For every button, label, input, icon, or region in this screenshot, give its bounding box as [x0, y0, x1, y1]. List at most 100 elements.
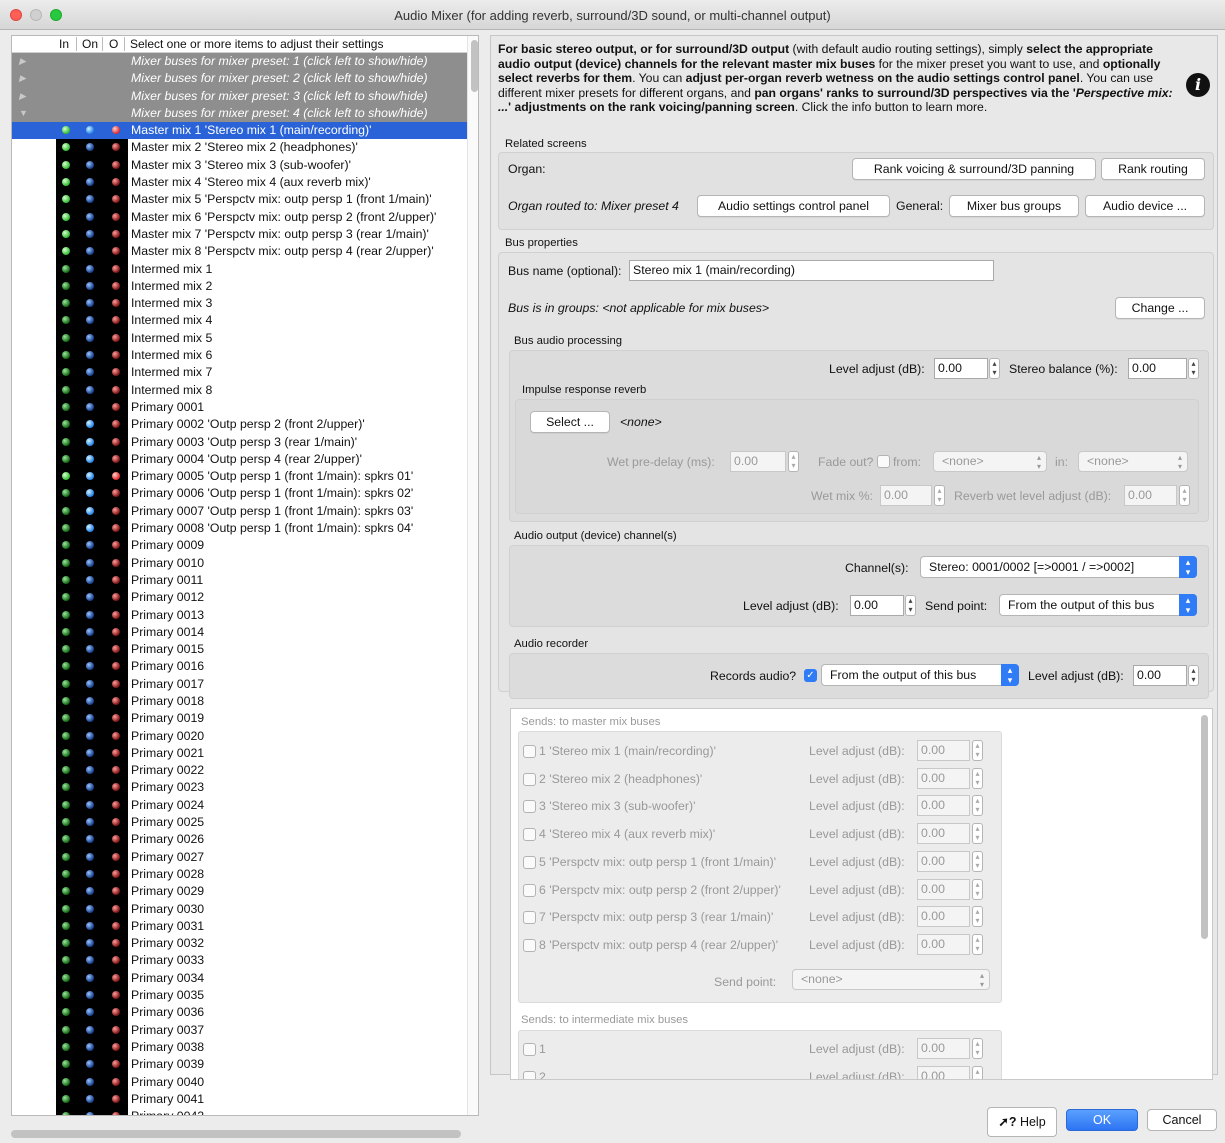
mixer-preset-row[interactable]: ▶ Mixer buses for mixer preset: 3 (click …: [12, 87, 467, 105]
output-indicator-icon[interactable]: [112, 472, 120, 481]
recorder-source-select[interactable]: From the output of this bus ▴ ▾: [821, 664, 1019, 686]
bus-row[interactable]: Primary 0013: [12, 606, 467, 624]
bus-row[interactable]: Primary 0014: [12, 623, 467, 642]
output-indicator-icon[interactable]: [112, 402, 120, 411]
bus-row[interactable]: Intermed mix 3: [12, 295, 467, 313]
fade-out-checkbox[interactable]: [877, 455, 890, 468]
bus-indicators[interactable]: [56, 502, 128, 521]
bus-indicators[interactable]: [56, 796, 128, 815]
send-level-input[interactable]: 0.00: [917, 823, 970, 845]
bus-row[interactable]: Intermed mix 1: [12, 260, 467, 278]
bus-row[interactable]: Primary 0012: [12, 589, 467, 607]
output-indicator-icon[interactable]: [112, 627, 120, 636]
bus-indicators[interactable]: [56, 364, 128, 382]
output-level-input[interactable]: 0.00: [850, 595, 904, 616]
rank-voicing-button[interactable]: Rank voicing & surround/3D panning: [852, 158, 1096, 180]
output-indicator-icon[interactable]: [112, 437, 120, 446]
send-level-stepper[interactable]: ▴ ▾: [972, 767, 983, 789]
in-indicator-icon[interactable]: [62, 299, 70, 308]
bus-indicators[interactable]: [56, 433, 128, 451]
on-indicator-icon[interactable]: [86, 402, 94, 411]
output-indicator-icon[interactable]: [112, 1112, 120, 1115]
output-indicator-icon[interactable]: [112, 662, 120, 671]
bus-indicators[interactable]: [56, 312, 128, 330]
in-indicator-icon[interactable]: [62, 645, 70, 654]
in-indicator-icon[interactable]: [62, 887, 70, 896]
on-indicator-icon[interactable]: [86, 921, 94, 930]
output-indicator-icon[interactable]: [112, 558, 120, 567]
output-indicator-icon[interactable]: [112, 921, 120, 930]
bus-row[interactable]: Intermed mix 2: [12, 277, 467, 296]
reverb-wet-level-input[interactable]: 0.00: [1124, 485, 1177, 506]
in-indicator-icon[interactable]: [62, 351, 70, 360]
output-indicator-icon[interactable]: [112, 852, 120, 861]
on-indicator-icon[interactable]: [86, 904, 94, 913]
output-indicator-icon[interactable]: [112, 1042, 120, 1051]
bus-name-input[interactable]: Stereo mix 1 (main/recording): [629, 260, 994, 281]
bus-indicators[interactable]: [56, 935, 128, 953]
on-indicator-icon[interactable]: [86, 281, 94, 290]
bus-indicators[interactable]: [56, 191, 128, 209]
on-indicator-icon[interactable]: [86, 1112, 94, 1115]
output-indicator-icon[interactable]: [112, 385, 120, 394]
bus-indicators[interactable]: [56, 139, 128, 157]
on-indicator-icon[interactable]: [86, 506, 94, 515]
on-indicator-icon[interactable]: [86, 627, 94, 636]
send-level-input[interactable]: 0.00: [917, 795, 970, 817]
bus-indicators[interactable]: [56, 710, 128, 728]
on-indicator-icon[interactable]: [86, 541, 94, 550]
on-indicator-icon[interactable]: [86, 472, 94, 481]
in-indicator-icon[interactable]: [62, 783, 70, 792]
bus-indicators[interactable]: [56, 987, 128, 1005]
on-indicator-icon[interactable]: [86, 333, 94, 342]
in-indicator-icon[interactable]: [62, 956, 70, 965]
in-indicator-icon[interactable]: [62, 1008, 70, 1017]
intermed-level-input[interactable]: 0.00: [917, 1065, 970, 1079]
bus-row[interactable]: Primary 0037: [12, 1021, 467, 1039]
on-indicator-icon[interactable]: [86, 1077, 94, 1086]
collapsed-triangle-icon[interactable]: ▶: [19, 53, 26, 70]
send-level-stepper[interactable]: ▴ ▾: [972, 878, 983, 900]
output-indicator-icon[interactable]: [112, 247, 120, 256]
bus-indicators[interactable]: [56, 416, 128, 434]
bus-row[interactable]: Primary 0020: [12, 727, 467, 745]
bus-row[interactable]: Primary 0029: [12, 883, 467, 901]
on-indicator-icon[interactable]: [86, 835, 94, 844]
send-checkbox[interactable]: [523, 855, 536, 869]
wet-mix-stepper[interactable]: ▴ ▾: [934, 485, 945, 506]
bus-indicators[interactable]: [56, 952, 128, 970]
stereo-balance-input[interactable]: 0.00: [1128, 358, 1187, 379]
on-indicator-icon[interactable]: [86, 299, 94, 308]
bus-row[interactable]: Primary 0033: [12, 952, 467, 970]
on-indicator-icon[interactable]: [86, 783, 94, 792]
output-indicator-icon[interactable]: [112, 714, 120, 723]
in-indicator-icon[interactable]: [62, 385, 70, 394]
change-groups-button[interactable]: Change ...: [1115, 297, 1205, 319]
output-indicator-icon[interactable]: [112, 454, 120, 463]
bus-row[interactable]: Primary 0011: [12, 571, 467, 590]
in-indicator-icon[interactable]: [62, 766, 70, 775]
bus-indicators[interactable]: [56, 1073, 128, 1091]
column-on[interactable]: On: [82, 37, 98, 51]
in-indicator-icon[interactable]: [62, 869, 70, 878]
bus-indicators[interactable]: [56, 295, 128, 313]
on-indicator-icon[interactable]: [86, 1025, 94, 1034]
bus-indicators[interactable]: [56, 883, 128, 901]
in-indicator-icon[interactable]: [62, 368, 70, 377]
output-indicator-icon[interactable]: [112, 489, 120, 498]
column-o[interactable]: O: [109, 37, 118, 51]
in-indicator-icon[interactable]: [62, 247, 70, 256]
in-indicator-icon[interactable]: [62, 212, 70, 221]
on-indicator-icon[interactable]: [86, 420, 94, 429]
recorder-level-input[interactable]: 0.00: [1133, 665, 1187, 686]
on-indicator-icon[interactable]: [86, 316, 94, 325]
in-indicator-icon[interactable]: [62, 264, 70, 273]
output-indicator-icon[interactable]: [112, 939, 120, 948]
bus-indicators[interactable]: [56, 277, 128, 296]
send-level-stepper[interactable]: ▴ ▾: [972, 795, 983, 817]
bus-row[interactable]: Master mix 5 'Perspctv mix: outp persp 1…: [12, 191, 467, 209]
bus-row[interactable]: Primary 0038: [12, 1038, 467, 1057]
on-indicator-icon[interactable]: [86, 558, 94, 567]
bus-indicators[interactable]: [56, 329, 128, 348]
output-indicator-icon[interactable]: [112, 679, 120, 688]
